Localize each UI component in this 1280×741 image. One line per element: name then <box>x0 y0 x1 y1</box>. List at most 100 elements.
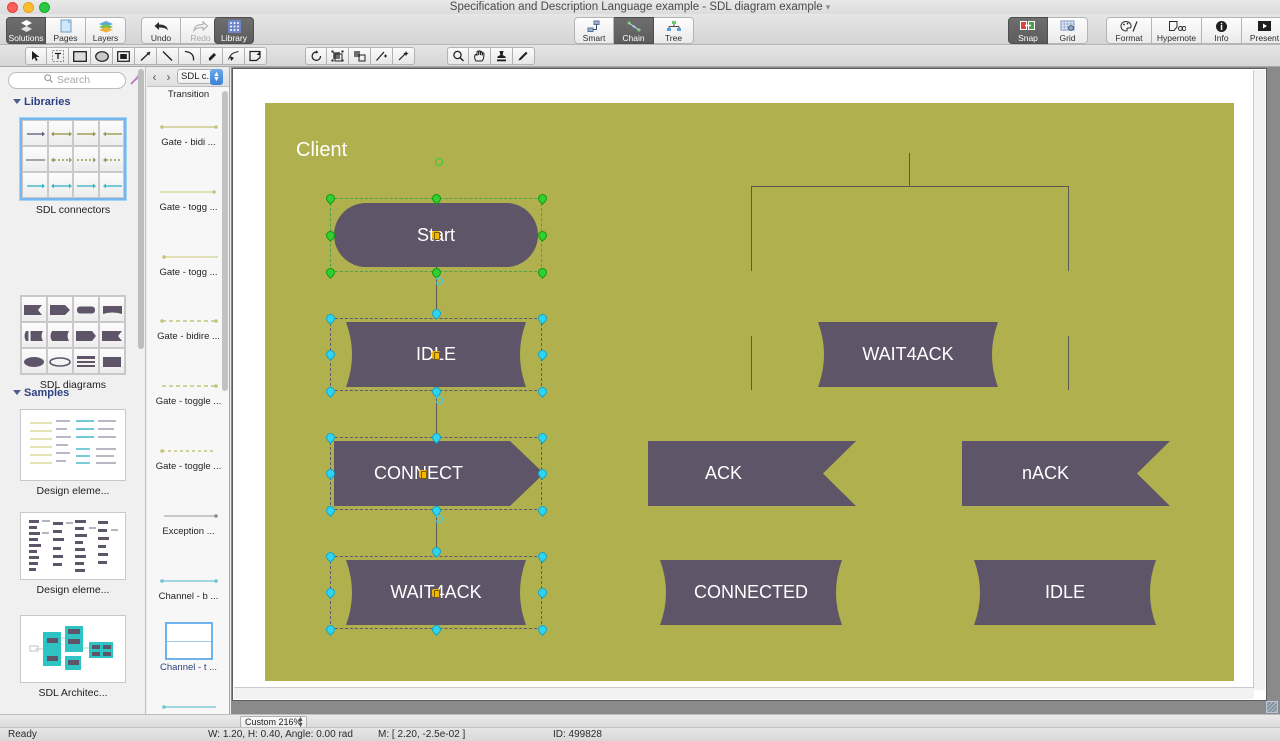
channel-box-art[interactable] <box>164 622 213 660</box>
layers-button[interactable]: Layers <box>86 17 126 44</box>
present-button[interactable]: Present <box>1242 17 1280 44</box>
rotation-handle-connect[interactable] <box>435 396 443 404</box>
sample-item-sdl-architecture[interactable]: SDL Architec... <box>0 615 145 699</box>
shape-connect[interactable]: CONNECT <box>334 441 544 506</box>
canvas-viewport[interactable]: Client Start <box>232 68 1267 701</box>
shape-start[interactable]: Start <box>334 203 538 267</box>
sample-thumbnail[interactable] <box>20 615 126 683</box>
smart-connector-button[interactable]: Smart <box>574 17 614 44</box>
shape-cell[interactable] <box>73 348 99 374</box>
sample-thumbnail[interactable] <box>20 512 126 580</box>
pages-button[interactable]: Pages <box>46 17 86 44</box>
library-entry-art[interactable] <box>158 247 220 267</box>
library-entry-art[interactable] <box>158 571 220 591</box>
pen-tool-icon[interactable] <box>201 47 223 65</box>
connector-cell[interactable] <box>22 172 48 198</box>
library-selector[interactable]: SDL c... ▲ ▼ <box>177 69 223 85</box>
connector-cell[interactable] <box>47 120 73 146</box>
shape-cell[interactable] <box>99 322 125 348</box>
library-panel-scrollbar[interactable] <box>222 91 228 391</box>
curve-tool-icon[interactable] <box>179 47 201 65</box>
chevron-left-icon[interactable]: ‹ <box>149 70 160 84</box>
canvas-horizontal-scrollbar[interactable] <box>234 687 1254 699</box>
library-item-sdl-diagrams[interactable]: SDL diagrams <box>0 295 145 391</box>
shape-connected[interactable]: CONNECTED <box>648 560 854 625</box>
shape-cell[interactable] <box>21 322 47 348</box>
library-entry[interactable]: Gate - toggle ... <box>147 441 229 472</box>
title-chevron-icon[interactable]: ▾ <box>826 2 831 12</box>
library-entry-art[interactable] <box>158 376 220 396</box>
library-entry[interactable]: Gate - bidire ... <box>147 311 229 342</box>
connector-cell[interactable] <box>22 120 48 146</box>
connect-points-icon[interactable] <box>371 47 393 65</box>
snap-button[interactable]: Snap <box>1008 17 1048 44</box>
info-button[interactable]: Info <box>1202 17 1242 44</box>
sample-item-design-elements-1[interactable]: Design eleme... <box>0 409 145 497</box>
sample-thumbnail[interactable] <box>20 409 126 481</box>
eyedropper-tool-icon[interactable] <box>513 47 535 65</box>
shape-cell[interactable] <box>73 322 99 348</box>
shape-cell[interactable] <box>47 296 73 322</box>
shape-ack[interactable]: ACK <box>648 441 856 506</box>
library-entry-selected[interactable]: Channel - t ... <box>147 622 229 673</box>
connector-cell[interactable] <box>73 172 99 198</box>
library-entry[interactable]: Channel - b ... <box>147 571 229 602</box>
chain-connector-button[interactable]: Chain <box>614 17 654 44</box>
chevron-right-icon[interactable]: › <box>163 70 174 84</box>
stepper-icon[interactable]: ▲ ▼ <box>210 69 223 85</box>
undo-button[interactable]: Undo <box>141 17 181 44</box>
disclosure-triangle-icon[interactable] <box>13 390 21 395</box>
sample-item-design-elements-2[interactable]: Design eleme... <box>0 512 145 596</box>
library-entry-art[interactable] <box>158 441 220 461</box>
library-entry-art[interactable] <box>158 117 220 137</box>
format-button[interactable]: Format <box>1106 17 1152 44</box>
shape-cell[interactable] <box>99 296 125 322</box>
sidebar-section-libraries[interactable]: Libraries <box>0 93 70 110</box>
connector-cell[interactable] <box>98 120 124 146</box>
diagram-page[interactable]: Client Start <box>265 103 1234 681</box>
stamp-tool-icon[interactable] <box>491 47 513 65</box>
library-entry[interactable] <box>147 697 229 714</box>
sidebar-scrollbar[interactable] <box>138 69 144 349</box>
hypernote-button[interactable]: Hypernote <box>1152 17 1202 44</box>
shape-cell[interactable] <box>21 296 47 322</box>
shape-cell[interactable] <box>73 296 99 322</box>
search-input[interactable]: Search <box>8 71 126 89</box>
pointer-tool-icon[interactable] <box>25 47 47 65</box>
library-entry-art[interactable] <box>158 182 220 202</box>
line-tool-icon[interactable] <box>157 47 179 65</box>
library-entry[interactable]: Gate - toggle ... <box>147 376 229 407</box>
rounded-rect-tool-icon[interactable] <box>113 47 135 65</box>
sdl-connectors-thumbnail[interactable] <box>20 118 126 200</box>
shape-cell[interactable] <box>99 348 125 374</box>
window-resize-grip[interactable] <box>1266 701 1278 713</box>
ungroup-tool-icon[interactable] <box>349 47 371 65</box>
library-entry-art[interactable] <box>158 697 220 714</box>
shape-cell[interactable] <box>47 322 73 348</box>
zoom-tool-icon[interactable] <box>447 47 469 65</box>
library-entry[interactable]: Gate - bidi ... <box>147 117 229 148</box>
solutions-button[interactable]: Solutions <box>6 17 46 44</box>
grid-button[interactable]: Grid <box>1048 17 1088 44</box>
connector-cell[interactable] <box>98 146 124 172</box>
rotation-handle-idle-left[interactable] <box>435 277 443 285</box>
rotation-handle-wait4ack-left[interactable] <box>435 515 443 523</box>
library-entry-art[interactable] <box>158 311 220 331</box>
group-tool-icon[interactable] <box>327 47 349 65</box>
sdl-diagrams-thumbnail[interactable] <box>20 295 126 375</box>
connector-cell[interactable] <box>98 172 124 198</box>
library-entry[interactable]: Exception ... <box>147 506 229 537</box>
rectangle-tool-icon[interactable] <box>69 47 91 65</box>
hand-tool-icon[interactable] <box>469 47 491 65</box>
callout-tool-icon[interactable] <box>245 47 267 65</box>
shape-idle-left[interactable]: IDLE <box>334 322 538 387</box>
shape-wait4ack-left[interactable]: WAIT4ACK <box>334 560 538 625</box>
shape-cell[interactable] <box>21 348 47 374</box>
connector-cell[interactable] <box>73 120 99 146</box>
shape-idle-right[interactable]: IDLE <box>962 560 1168 625</box>
ellipse-tool-icon[interactable] <box>91 47 113 65</box>
library-button[interactable]: Library <box>214 17 254 44</box>
library-entry[interactable]: Gate - togg ... <box>147 182 229 213</box>
library-item-sdl-connectors[interactable]: SDL connectors <box>0 118 145 216</box>
library-entry[interactable]: Gate - togg ... <box>147 247 229 278</box>
